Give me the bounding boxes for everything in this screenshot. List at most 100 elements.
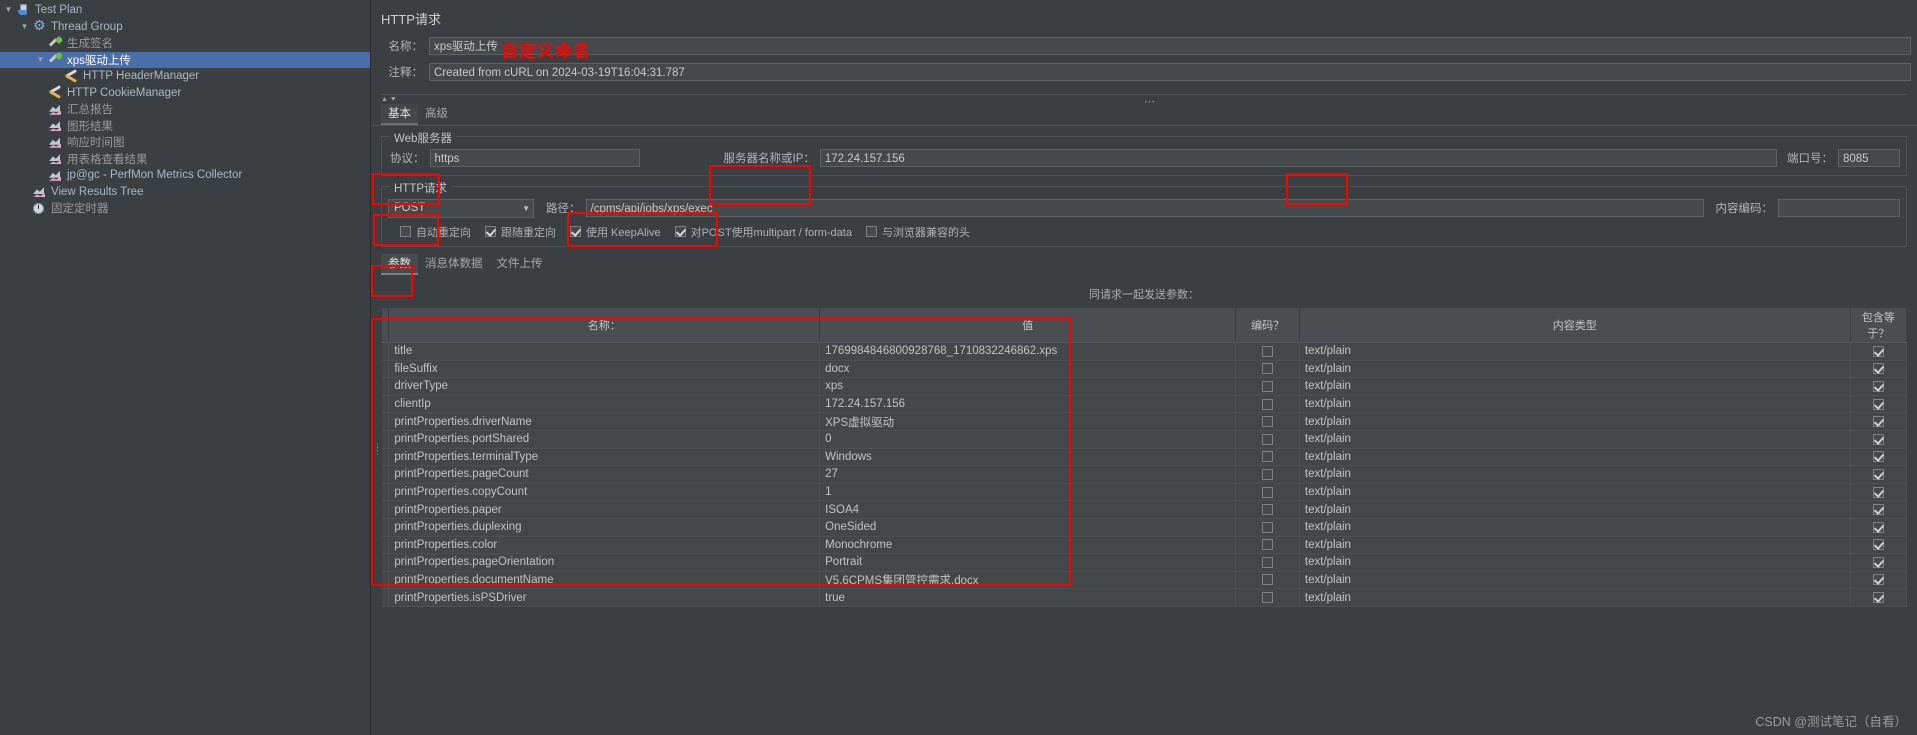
checkbox-icon[interactable] [1262, 556, 1274, 568]
param-include-equals-cell[interactable] [1850, 500, 1908, 519]
param-name-cell[interactable]: clientIp [388, 395, 821, 414]
param-encode-cell[interactable] [1235, 395, 1300, 414]
table-row[interactable]: printProperties.driverName XPS虚拟驱动 text/pl… [381, 412, 1908, 431]
tree-item-6[interactable]: 汇总报告 [0, 101, 370, 118]
tab-advanced[interactable]: 高级 [418, 104, 455, 125]
checkbox-icon[interactable] [1262, 451, 1274, 463]
table-body[interactable]: title 1769984846800928768_1710832246862.x… [381, 342, 1908, 607]
param-value-cell[interactable]: 1769984846800928768_1710832246862.xps [819, 342, 1237, 361]
param-include-equals-cell[interactable] [1850, 465, 1908, 484]
table-row[interactable]: printProperties.pageCount 27 text/plain [381, 465, 1908, 484]
param-encode-cell[interactable] [1235, 377, 1300, 396]
name-input[interactable]: xps驱动上传 [429, 37, 1911, 55]
checkbox-icon[interactable] [1262, 416, 1274, 428]
param-encode-cell[interactable] [1235, 360, 1300, 379]
checkbox-icon[interactable] [1872, 556, 1884, 568]
param-content-type-cell[interactable]: text/plain [1299, 518, 1851, 537]
checkbox-icon[interactable] [1872, 433, 1884, 445]
param-value-cell[interactable]: ISOA4 [819, 500, 1237, 519]
param-encode-cell[interactable] [1235, 518, 1300, 537]
param-content-type-cell[interactable]: text/plain [1299, 500, 1851, 519]
comment-input[interactable]: Created from cURL on 2024-03-19T16:04:31… [429, 63, 1911, 81]
param-encode-cell[interactable] [1235, 553, 1300, 572]
checkbox-icon[interactable] [1262, 486, 1274, 498]
checkbox-icon[interactable] [1262, 363, 1274, 375]
tree-item-4[interactable]: HTTP HeaderManager [0, 68, 370, 85]
table-header-cell-4[interactable]: 内容类型 [1298, 307, 1851, 343]
checkbox-icon[interactable] [1262, 592, 1274, 604]
checkbox-icon[interactable] [1872, 486, 1884, 498]
splitter-arrows-icon[interactable]: ▲▼ [381, 96, 399, 103]
param-name-cell[interactable]: title [388, 342, 821, 361]
chevron-down-icon[interactable]: ▼ [522, 204, 530, 213]
param-name-cell[interactable]: driverType [388, 377, 821, 396]
checkbox-icon[interactable] [400, 226, 411, 237]
param-content-type-cell[interactable]: text/plain [1299, 483, 1851, 502]
table-header-cell-3[interactable]: 编码？ [1235, 307, 1300, 343]
param-encode-cell[interactable] [1235, 465, 1300, 484]
param-include-equals-cell[interactable] [1850, 412, 1908, 431]
param-name-cell[interactable]: fileSuffix [388, 360, 821, 379]
param-content-type-cell[interactable]: text/plain [1299, 465, 1851, 484]
table-row[interactable]: fileSuffix docx text/plain [381, 360, 1908, 379]
tree-item-11[interactable]: View Results Tree [0, 184, 370, 201]
param-encode-cell[interactable] [1235, 500, 1300, 519]
param-content-type-cell[interactable]: text/plain [1299, 553, 1851, 572]
param-encode-cell[interactable] [1235, 412, 1300, 431]
param-content-type-cell[interactable]: text/plain [1299, 377, 1851, 396]
checkbox-icon[interactable] [1262, 433, 1274, 445]
checkbox-icon[interactable] [1262, 468, 1274, 480]
param-encode-cell[interactable] [1235, 536, 1300, 555]
table-header-cell-5[interactable]: 包含等于？ [1849, 307, 1908, 343]
table-header-cell-1[interactable]: 名称： [388, 307, 821, 343]
checkbox-icon[interactable] [1872, 504, 1884, 516]
panel-splitter[interactable]: ▲▼ ⋯ [381, 94, 1907, 108]
param-value-cell[interactable]: 27 [819, 465, 1237, 484]
tree-item-0[interactable]: ▼ Test Plan [0, 2, 370, 19]
table-row[interactable]: printProperties.terminalType Windows text/… [381, 448, 1908, 467]
tree-item-9[interactable]: 用表格查看结果 [0, 151, 370, 168]
param-name-cell[interactable]: printProperties.pageCount [388, 465, 821, 484]
tree-item-1[interactable]: ▼ Thread Group [0, 17, 370, 36]
param-content-type-cell[interactable]: text/plain [1299, 448, 1851, 467]
checkbox-icon[interactable] [1262, 345, 1274, 357]
row-drag-handle-icon[interactable]: ⋮ ⋮ [373, 442, 382, 455]
splitter-dots-icon[interactable]: ⋯ [1144, 95, 1156, 108]
param-value-cell[interactable]: Portrait [819, 553, 1237, 572]
checkbox-icon[interactable] [1872, 416, 1884, 428]
chevron-down-icon[interactable]: ▼ [34, 55, 47, 64]
param-include-equals-cell[interactable] [1850, 588, 1908, 607]
checkbox-icon[interactable] [1872, 451, 1884, 463]
param-value-cell[interactable]: OneSided [819, 518, 1237, 537]
param-name-cell[interactable]: printProperties.paper [388, 500, 821, 519]
checkbox-icon[interactable] [1262, 398, 1274, 410]
param-content-type-cell[interactable]: text/plain [1299, 430, 1851, 449]
param-include-equals-cell[interactable] [1850, 377, 1908, 396]
checkbox-icon[interactable] [1262, 574, 1274, 586]
table-row[interactable]: printProperties.color Monochrome text/plai… [381, 536, 1908, 555]
option-checkbox-1[interactable]: 跟随重定向 [485, 224, 556, 240]
chevron-down-icon[interactable]: ▼ [2, 6, 15, 14]
param-include-equals-cell[interactable] [1850, 553, 1908, 572]
checkbox-icon[interactable] [570, 226, 581, 237]
protocol-input[interactable]: https [429, 149, 640, 167]
param-content-type-cell[interactable]: text/plain [1299, 571, 1851, 590]
checkbox-icon[interactable] [485, 226, 496, 237]
checkbox-icon[interactable] [1872, 574, 1884, 586]
test-plan-tree[interactable]: ▼ Test Plan ▼ Thread Group 生成签名 ▼ xps驱动上传 HTTP … [0, 0, 371, 735]
param-content-type-cell[interactable]: text/plain [1299, 342, 1851, 361]
param-name-cell[interactable]: printProperties.terminalType [388, 448, 821, 467]
option-checkbox-0[interactable]: 自动重定向 [400, 224, 471, 240]
tree-item-2[interactable]: 生成签名 [0, 35, 370, 52]
checkbox-icon[interactable] [1872, 380, 1884, 392]
tab-basic[interactable]: 基本 [381, 104, 418, 125]
param-name-cell[interactable]: printProperties.pageOrientation [388, 553, 821, 572]
table-row[interactable]: printProperties.documentName V5.6CPMS集团管控… [381, 571, 1908, 590]
checkbox-icon[interactable] [674, 226, 686, 237]
table-header-cell-0[interactable] [380, 307, 390, 343]
param-include-equals-cell[interactable] [1850, 571, 1908, 590]
table-row[interactable]: printProperties.pageOrientation Portrait t… [381, 553, 1908, 572]
option-checkbox-2[interactable]: 使用 KeepAlive [570, 224, 661, 240]
checkbox-icon[interactable] [1872, 468, 1884, 480]
param-encode-cell[interactable] [1235, 483, 1300, 502]
